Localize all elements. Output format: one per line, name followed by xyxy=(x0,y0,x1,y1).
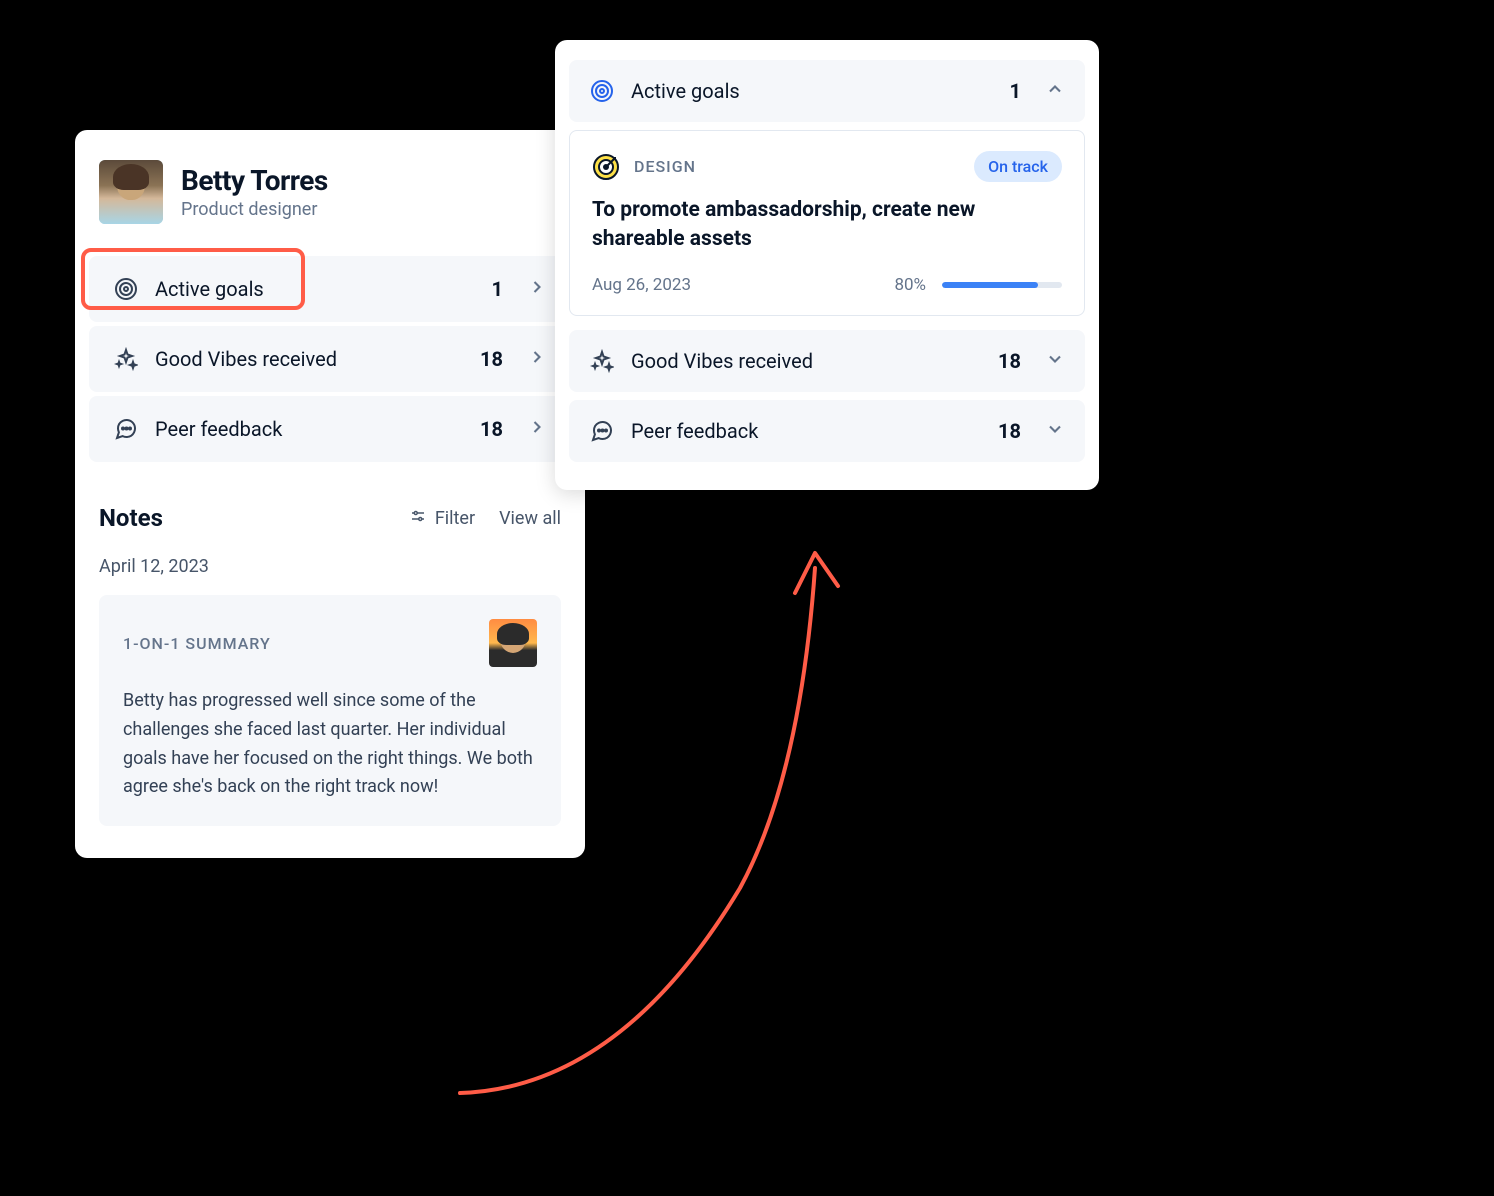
stat-value: 1 xyxy=(492,277,503,301)
sparkle-icon xyxy=(589,348,615,374)
expanded-active-goals[interactable]: Active goals 1 xyxy=(569,60,1085,122)
stat-value: 18 xyxy=(998,349,1021,373)
view-all-button[interactable]: View all xyxy=(499,508,561,529)
profile-card: Betty Torres Product designer Active goa… xyxy=(75,130,585,858)
avatar xyxy=(99,160,163,224)
note-summary-label: 1-ON-1 SUMMARY xyxy=(123,634,271,653)
filter-button[interactable]: Filter xyxy=(409,507,475,530)
expanded-panel: Active goals 1 DESIGN On track To promot… xyxy=(555,40,1099,490)
filter-icon xyxy=(409,507,427,530)
stat-label: Peer feedback xyxy=(631,419,982,443)
notes-section: Notes Filter View all April 12, 2023 1-O… xyxy=(75,466,585,826)
chevron-right-icon xyxy=(527,417,547,441)
chevron-right-icon xyxy=(527,277,547,301)
comment-icon xyxy=(113,416,139,442)
target-icon xyxy=(589,78,615,104)
note-text: Betty has progressed well since some of … xyxy=(123,687,537,802)
note-author-avatar xyxy=(489,619,537,667)
status-badge: On track xyxy=(974,151,1062,182)
progress-bar xyxy=(942,282,1062,288)
profile-name: Betty Torres xyxy=(181,164,328,197)
stat-label: Active goals xyxy=(631,79,994,103)
expanded-good-vibes[interactable]: Good Vibes received 18 xyxy=(569,330,1085,392)
chevron-down-icon xyxy=(1045,419,1065,443)
note-card: 1-ON-1 SUMMARY Betty has progressed well… xyxy=(99,595,561,826)
goal-percent: 80% xyxy=(894,275,926,295)
chevron-right-icon xyxy=(527,347,547,371)
note-date: April 12, 2023 xyxy=(99,556,561,577)
stat-value: 18 xyxy=(998,419,1021,443)
target-icon xyxy=(113,276,139,302)
stat-peer-feedback[interactable]: Peer feedback 18 xyxy=(89,396,571,462)
profile-header: Betty Torres Product designer xyxy=(75,154,585,252)
expanded-peer-feedback[interactable]: Peer feedback 18 xyxy=(569,400,1085,462)
stat-value: 18 xyxy=(480,347,503,371)
stat-label: Peer feedback xyxy=(155,417,464,441)
filter-label: Filter xyxy=(435,508,475,529)
stat-value: 18 xyxy=(480,417,503,441)
stat-value: 1 xyxy=(1010,79,1021,103)
stat-active-goals[interactable]: Active goals 1 xyxy=(89,256,571,322)
chevron-up-icon xyxy=(1045,79,1065,103)
profile-role: Product designer xyxy=(181,199,328,220)
goal-category: DESIGN xyxy=(634,157,960,176)
goal-date: Aug 26, 2023 xyxy=(592,275,878,295)
goal-target-icon xyxy=(592,153,620,181)
stat-label: Good Vibes received xyxy=(155,347,464,371)
notes-title: Notes xyxy=(99,504,163,532)
comment-icon xyxy=(589,418,615,444)
goal-card[interactable]: DESIGN On track To promote ambassadorshi… xyxy=(569,130,1085,316)
stat-label: Good Vibes received xyxy=(631,349,982,373)
sparkle-icon xyxy=(113,346,139,372)
stat-label: Active goals xyxy=(155,277,476,301)
chevron-down-icon xyxy=(1045,349,1065,373)
goal-title: To promote ambassadorship, create new sh… xyxy=(592,196,1062,255)
stat-good-vibes[interactable]: Good Vibes received 18 xyxy=(89,326,571,392)
